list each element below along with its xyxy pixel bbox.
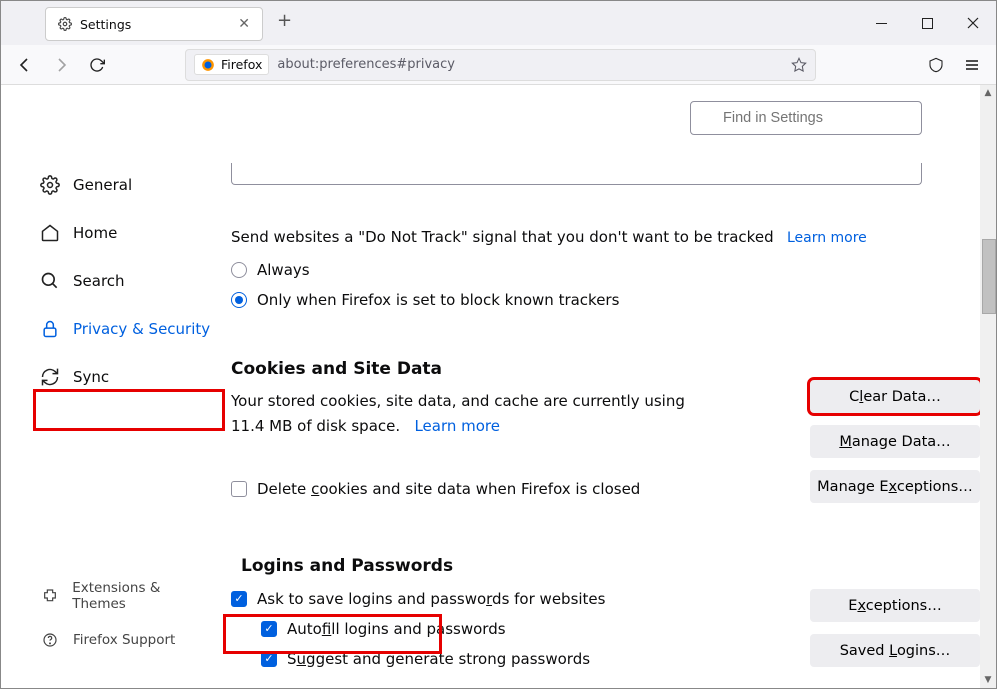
puzzle-icon [39, 588, 60, 604]
firefox-icon [201, 58, 215, 72]
manage-exceptions-button[interactable]: Manage Exceptions… [810, 470, 980, 503]
sidebar: General Home Search Privacy & Security S… [1, 85, 231, 688]
radio-unchecked-icon [231, 262, 247, 278]
reload-button[interactable] [81, 49, 113, 81]
forward-button[interactable] [45, 49, 77, 81]
url-text: about:preferences#privacy [277, 57, 783, 72]
scroll-down-arrow[interactable]: ▼ [980, 672, 996, 688]
logins-exceptions-button[interactable]: Exceptions… [810, 589, 980, 622]
saved-logins-button[interactable]: Saved Logins… [810, 634, 980, 667]
gear-icon [58, 17, 72, 31]
checkbox-unchecked-icon [231, 481, 247, 497]
dnt-only-radio[interactable]: Only when Firefox is set to block known … [231, 291, 922, 309]
minimize-button[interactable] [858, 1, 904, 45]
site-identity[interactable]: Firefox [194, 54, 269, 75]
navbar: Firefox about:preferences#privacy [1, 45, 996, 85]
cookies-heading: Cookies and Site Data [231, 359, 922, 379]
bookmark-star-icon[interactable] [791, 57, 807, 73]
logins-heading: Logins and Passwords [241, 556, 922, 576]
scrollbar-track[interactable]: ▲ ▼ [980, 85, 996, 688]
close-window-button[interactable] [950, 1, 996, 45]
sidebar-item-home[interactable]: Home [31, 213, 221, 253]
maximize-button[interactable] [904, 1, 950, 45]
radio-checked-icon [231, 292, 247, 308]
checkbox-checked-icon: ✓ [261, 651, 277, 667]
search-icon [39, 271, 61, 291]
manage-data-button[interactable]: Manage Data… [810, 425, 980, 458]
checkbox-checked-icon: ✓ [261, 621, 277, 637]
scroll-up-arrow[interactable]: ▲ [980, 85, 996, 101]
main-content: Send websites a "Do Not Track" signal th… [231, 85, 980, 688]
sidebar-item-sync[interactable]: Sync [31, 357, 221, 397]
sidebar-item-general[interactable]: General [31, 165, 221, 205]
titlebar: Settings ✕ + [1, 1, 996, 45]
browser-tab[interactable]: Settings ✕ [45, 7, 263, 41]
dnt-always-radio[interactable]: Always [231, 261, 922, 279]
url-bar[interactable]: Firefox about:preferences#privacy [185, 49, 816, 81]
settings-search-input[interactable] [690, 101, 922, 135]
back-button[interactable] [9, 49, 41, 81]
checkbox-checked-icon: ✓ [231, 591, 247, 607]
sidebar-item-support[interactable]: Firefox Support [31, 622, 221, 658]
app-menu-button[interactable] [956, 49, 988, 81]
sidebar-item-privacy[interactable]: Privacy & Security [31, 309, 221, 349]
lock-icon [39, 319, 61, 339]
dnt-description: Send websites a "Do Not Track" signal th… [231, 228, 774, 246]
previous-section-box [231, 163, 922, 185]
new-tab-button[interactable]: + [277, 12, 292, 30]
help-icon [39, 632, 61, 648]
cookies-learn-more-link[interactable]: Learn more [414, 417, 500, 435]
sidebar-item-search[interactable]: Search [31, 261, 221, 301]
sidebar-item-extensions[interactable]: Extensions & Themes [31, 570, 221, 622]
sync-icon [39, 367, 61, 387]
scrollbar-thumb[interactable] [982, 239, 996, 314]
close-tab-icon[interactable]: ✕ [234, 16, 254, 32]
clear-data-button[interactable]: Clear Data… [810, 380, 980, 413]
gear-icon [39, 175, 61, 195]
pocket-button[interactable] [920, 49, 952, 81]
tab-title: Settings [80, 17, 226, 32]
dnt-learn-more-link[interactable]: Learn more [787, 230, 867, 246]
home-icon [39, 223, 61, 243]
